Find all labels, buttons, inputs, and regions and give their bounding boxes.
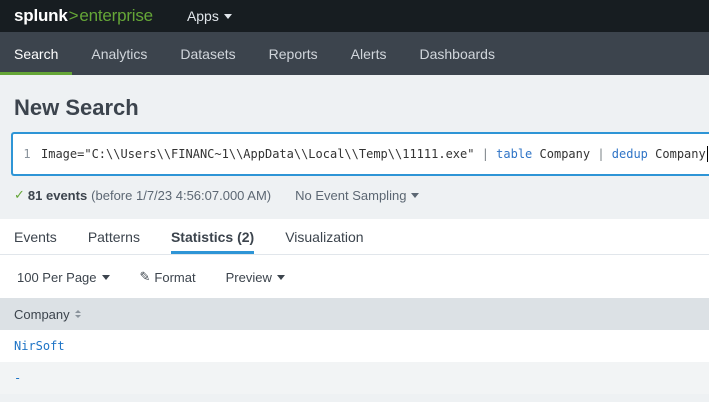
tab-visualization[interactable]: Visualization <box>271 219 377 254</box>
splunk-logo[interactable]: splunk > enterprise <box>14 6 153 26</box>
event-sampling-dropdown[interactable]: No Event Sampling <box>295 187 420 203</box>
chevron-down-icon <box>223 13 232 19</box>
table-cell[interactable]: - <box>14 371 21 385</box>
main-content: New Search 1 Image="C:\\Users\\FINANC~1\… <box>0 75 709 402</box>
tab-statistics[interactable]: Statistics (2) <box>157 219 268 254</box>
nav-search[interactable]: Search <box>0 32 73 75</box>
table-row[interactable]: NirSoft <box>0 330 709 362</box>
text-cursor <box>706 146 708 162</box>
top-bar: splunk > enterprise Apps <box>0 0 709 32</box>
logo-splunk-text: splunk <box>14 6 68 25</box>
column-header-company[interactable]: Company <box>0 298 709 330</box>
pencil-icon: ✎ <box>139 269 151 284</box>
apps-label: Apps <box>186 8 219 24</box>
chevron-down-icon <box>101 274 110 280</box>
nav-alerts[interactable]: Alerts <box>337 32 401 75</box>
search-input[interactable]: 1 Image="C:\\Users\\FINANC~1\\AppData\\L… <box>11 132 709 176</box>
column-header-label: Company <box>14 306 70 322</box>
query-command-dedup: dedup <box>604 147 648 161</box>
sort-icon[interactable] <box>74 310 81 318</box>
logo-enterprise-text: enterprise <box>79 6 153 25</box>
apps-menu[interactable]: Apps <box>187 8 232 24</box>
format-button[interactable]: ✎ Format <box>140 269 196 285</box>
nav-dashboards[interactable]: Dashboards <box>405 32 509 75</box>
logo-gt: > <box>68 6 79 25</box>
search-query[interactable]: Image="C:\\Users\\FINANC~1\\AppData\\Loc… <box>41 146 708 162</box>
search-status: ✓ 81 events (before 1/7/23 4:56:07.000 A… <box>14 187 420 203</box>
nav-datasets[interactable]: Datasets <box>166 32 249 75</box>
check-icon: ✓ <box>14 187 25 202</box>
query-pipe-2: | <box>597 147 605 161</box>
query-table-arg: Company <box>532 147 598 161</box>
query-dedup-arg: Company <box>647 147 706 161</box>
chevron-down-icon <box>411 192 420 198</box>
query-filter: Image="C:\\Users\\FINANC~1\\AppData\\Loc… <box>41 147 482 161</box>
table-row[interactable]: - <box>0 362 709 394</box>
table-cell[interactable]: NirSoft <box>14 339 65 353</box>
preview-dropdown[interactable]: Preview <box>226 270 285 285</box>
nav-analytics[interactable]: Analytics <box>77 32 161 75</box>
format-label: Format <box>154 269 196 285</box>
results-table: Company NirSoft - <box>0 298 709 394</box>
results-toolbar: 100 Per Page ✎ Format Preview <box>0 255 709 299</box>
app-nav-bar: Search Analytics Datasets Reports Alerts… <box>0 32 709 75</box>
events-time: (before 1/7/23 4:56:07.000 AM) <box>91 187 272 203</box>
query-command-table: table <box>488 147 533 161</box>
per-page-dropdown[interactable]: 100 Per Page <box>17 270 110 285</box>
nav-reports[interactable]: Reports <box>255 32 332 75</box>
chevron-down-icon <box>276 274 285 280</box>
query-pipe-1: | <box>481 147 489 161</box>
preview-label: Preview <box>225 269 272 285</box>
line-number: 1 <box>23 147 31 161</box>
event-sampling-label: No Event Sampling <box>295 187 407 203</box>
per-page-label: 100 Per Page <box>17 269 97 285</box>
events-count[interactable]: 81 events <box>28 188 87 203</box>
tab-events[interactable]: Events <box>0 219 71 254</box>
results-tabs: Events Patterns Statistics (2) Visualiza… <box>0 219 709 255</box>
tab-patterns[interactable]: Patterns <box>74 219 154 254</box>
page-title: New Search <box>14 95 139 120</box>
